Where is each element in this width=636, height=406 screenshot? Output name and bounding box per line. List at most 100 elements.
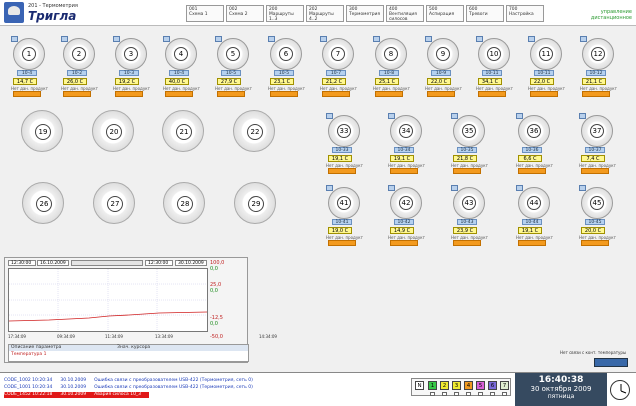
sensor-icon xyxy=(373,36,380,42)
trend-end-time[interactable]: 12:30:00 xyxy=(145,260,173,266)
silo-circle[interactable]: 33 xyxy=(328,115,360,147)
silo-21[interactable]: 21 xyxy=(162,110,204,152)
silo-number: 5 xyxy=(226,47,240,61)
silo-circle[interactable]: 4 xyxy=(165,38,197,70)
silo-code: 10-2 xyxy=(67,70,87,76)
connection-note: Нет связи с конт. температуры xyxy=(560,350,627,355)
silo-circle[interactable]: 5 xyxy=(217,38,249,70)
log-row[interactable]: CODE_1001 10:20:34 30.10.2009 Ошибка связи… xyxy=(4,385,261,391)
silo-circle[interactable]: 41 xyxy=(328,187,360,219)
tab-300[interactable]: 300 Термометрия xyxy=(346,5,384,22)
trend-start-date[interactable]: 16.10.2009 xyxy=(37,260,69,266)
silo-number: 6 xyxy=(279,47,293,61)
trend-scrollbar[interactable] xyxy=(71,260,143,266)
silo-circle[interactable]: 1 xyxy=(13,38,45,70)
trend-start-time[interactable]: 12:30:00 xyxy=(8,260,36,266)
silo-circle[interactable]: 37 xyxy=(581,115,613,147)
network-2[interactable]: 2 xyxy=(440,381,449,390)
silo-level-bar xyxy=(581,240,609,246)
tab-600[interactable]: 600 Тревоги xyxy=(466,5,504,22)
trend-y-label: 0,0 xyxy=(210,321,218,327)
silo-circle[interactable]: 42 xyxy=(390,187,422,219)
silo-28[interactable]: 28 xyxy=(163,182,205,224)
silo-code: 10-34 xyxy=(394,147,414,153)
silo-circle[interactable]: 3 xyxy=(115,38,147,70)
silo-code: 10-36 xyxy=(522,147,542,153)
network-5[interactable]: 5 xyxy=(476,381,485,390)
silo-circle[interactable]: 10 xyxy=(478,38,510,70)
silo-circle[interactable]: 36 xyxy=(518,115,550,147)
silo-circle[interactable]: 8 xyxy=(375,38,407,70)
sensor-icon xyxy=(215,36,222,42)
tab-500[interactable]: 500 Аспирация xyxy=(426,5,464,22)
log-row[interactable]: CODE_1452 10:22:18 30.10.2009 Авария силос… xyxy=(4,392,150,398)
sensor-icon xyxy=(61,36,68,42)
silo-circle[interactable]: 9 xyxy=(427,38,459,70)
tab-202[interactable]: 202 Маршруты 4..2 xyxy=(306,5,344,22)
silo-circle[interactable]: 6 xyxy=(270,38,302,70)
clock-panel: 16:40:38 30 октября 2009 пятница xyxy=(515,373,607,406)
tab-label: Маршруты 1..3 xyxy=(269,12,294,22)
silo-number: 2 xyxy=(72,47,86,61)
silo-code: 10-45 xyxy=(585,219,605,225)
silo-29[interactable]: 29 xyxy=(234,182,276,224)
silo-circle[interactable]: 44 xyxy=(518,187,550,219)
silo-26[interactable]: 26 xyxy=(22,182,64,224)
col-param: Описание параметра xyxy=(11,345,62,350)
silo-code: 10-35 xyxy=(457,147,477,153)
log-date: 30.10.2009 xyxy=(60,392,87,397)
network-3[interactable]: 3 xyxy=(452,381,461,390)
trend-end-date[interactable]: 30.10.2009 xyxy=(175,260,207,266)
silo-code: 10-37 xyxy=(585,147,605,153)
network-7[interactable]: 7 xyxy=(500,381,509,390)
silo-circle[interactable]: 12 xyxy=(582,38,614,70)
silo-temperature: 19,0 С xyxy=(328,227,352,234)
silo-temperature: 23,1 С xyxy=(270,78,294,85)
silo-circle[interactable]: 7 xyxy=(322,38,354,70)
silo-code: 10-44 xyxy=(522,219,542,225)
silo-number: 1 xyxy=(22,47,36,61)
silo-22[interactable]: 22 xyxy=(233,110,275,152)
log-row[interactable]: CODE_1002 10:20:34 30.10.2009 Ошибка связи… xyxy=(4,378,261,384)
silo-level-bar xyxy=(427,91,455,97)
tab-400[interactable]: 400 Вентиляция силосов xyxy=(386,5,424,22)
silo-number: 11 xyxy=(539,47,553,61)
network-1[interactable]: 1 xyxy=(428,381,437,390)
silo-code: 10-8 xyxy=(379,70,399,76)
logo-icon xyxy=(4,2,24,23)
network-4[interactable]: 4 xyxy=(464,381,473,390)
silo-circle[interactable]: 11 xyxy=(530,38,562,70)
trend-y-label: -50,0 xyxy=(210,334,223,340)
sensor-icon xyxy=(320,36,327,42)
silo-circle[interactable]: 35 xyxy=(453,115,485,147)
silo-circle[interactable]: 34 xyxy=(390,115,422,147)
silo-number: 19 xyxy=(35,124,51,140)
silo-19[interactable]: 19 xyxy=(21,110,63,152)
sensor-icon xyxy=(451,185,458,191)
sensor-icon xyxy=(580,36,587,42)
silo-circle[interactable]: 43 xyxy=(453,187,485,219)
silo-20[interactable]: 20 xyxy=(92,110,134,152)
tab-001[interactable]: 001 Схема 1 xyxy=(186,5,224,22)
page-title: Тригла xyxy=(28,9,77,23)
silo-level-bar xyxy=(328,168,356,174)
tab-002[interactable]: 002 Схема 2 xyxy=(226,5,264,22)
silo-code: 10-41 xyxy=(332,219,352,225)
network-status-box xyxy=(454,392,459,396)
table-row[interactable]: Температура 1 xyxy=(11,352,46,357)
trend-plot[interactable] xyxy=(8,268,208,332)
silo-level-bar xyxy=(518,240,546,246)
silo-level-bar xyxy=(375,91,403,97)
trend-y-label: 0,0 xyxy=(210,288,218,294)
silo-temperature: 19,1 С xyxy=(518,227,542,234)
silo-circle[interactable]: 2 xyxy=(63,38,95,70)
network-6[interactable]: 6 xyxy=(488,381,497,390)
silo-level-bar xyxy=(453,240,481,246)
silo-level-bar xyxy=(478,91,506,97)
tab-200[interactable]: 200 Маршруты 1..3 xyxy=(266,5,304,22)
silo-circle[interactable]: 45 xyxy=(581,187,613,219)
network-status-box xyxy=(442,392,447,396)
silo-number: 8 xyxy=(384,47,398,61)
silo-27[interactable]: 27 xyxy=(93,182,135,224)
tab-700[interactable]: 700 Настройка xyxy=(506,5,544,22)
